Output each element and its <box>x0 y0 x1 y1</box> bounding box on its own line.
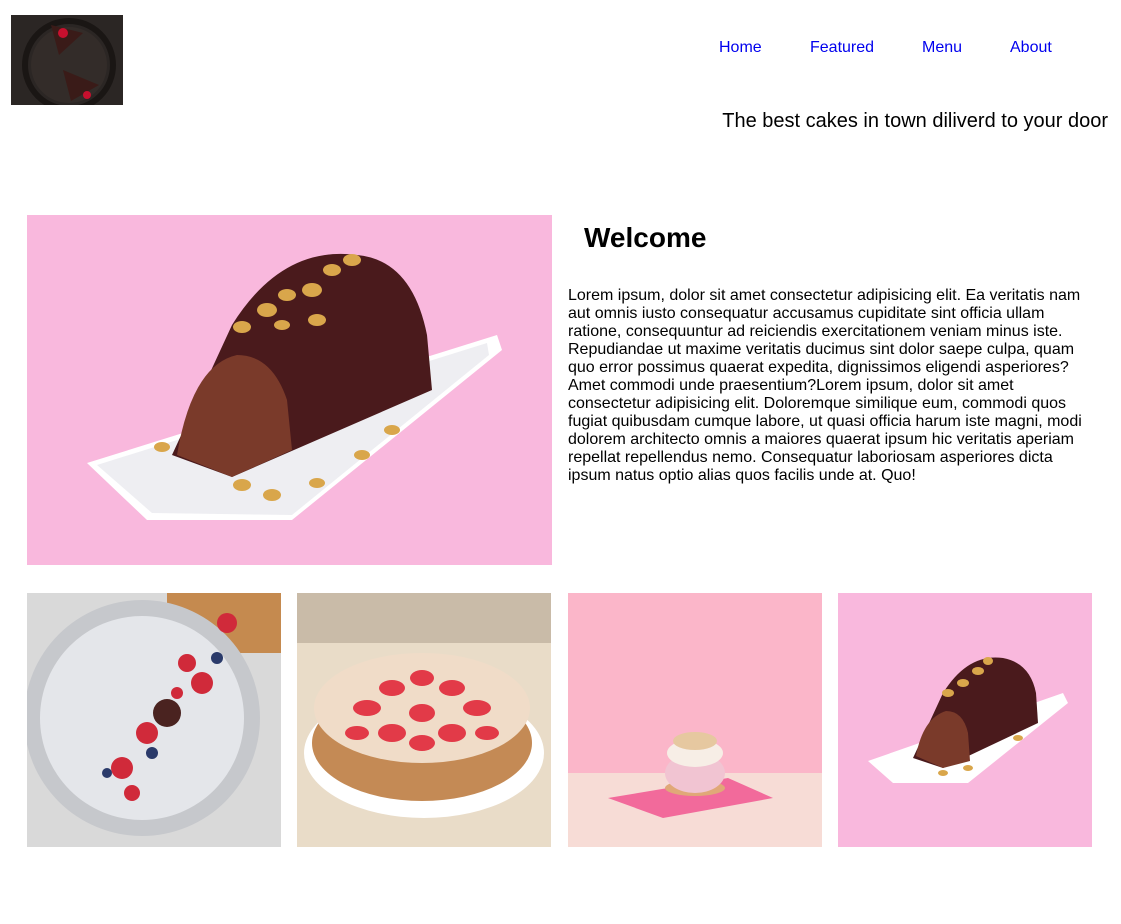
gallery-image-chocolate-cake <box>838 593 1092 847</box>
welcome-heading: Welcome <box>584 222 707 253</box>
nav-link-menu[interactable]: Menu <box>922 38 962 58</box>
welcome-paragraph: Lorem ipsum, dolor sit amet consectetur … <box>568 287 1082 484</box>
tagline: The best cakes in town diliverd to your … <box>722 110 1108 132</box>
nav-link-about[interactable]: About <box>1010 38 1052 58</box>
main-nav: Home Featured Menu About <box>0 38 1121 58</box>
gallery-image-cream-puff <box>568 593 822 847</box>
gallery-image-berry-cake <box>27 593 281 847</box>
logo-image <box>11 15 123 105</box>
gallery-image-strawberry-tart <box>297 593 551 847</box>
hero-cake-image <box>27 215 552 565</box>
nav-link-featured[interactable]: Featured <box>810 38 874 58</box>
nav-link-home[interactable]: Home <box>719 38 762 58</box>
